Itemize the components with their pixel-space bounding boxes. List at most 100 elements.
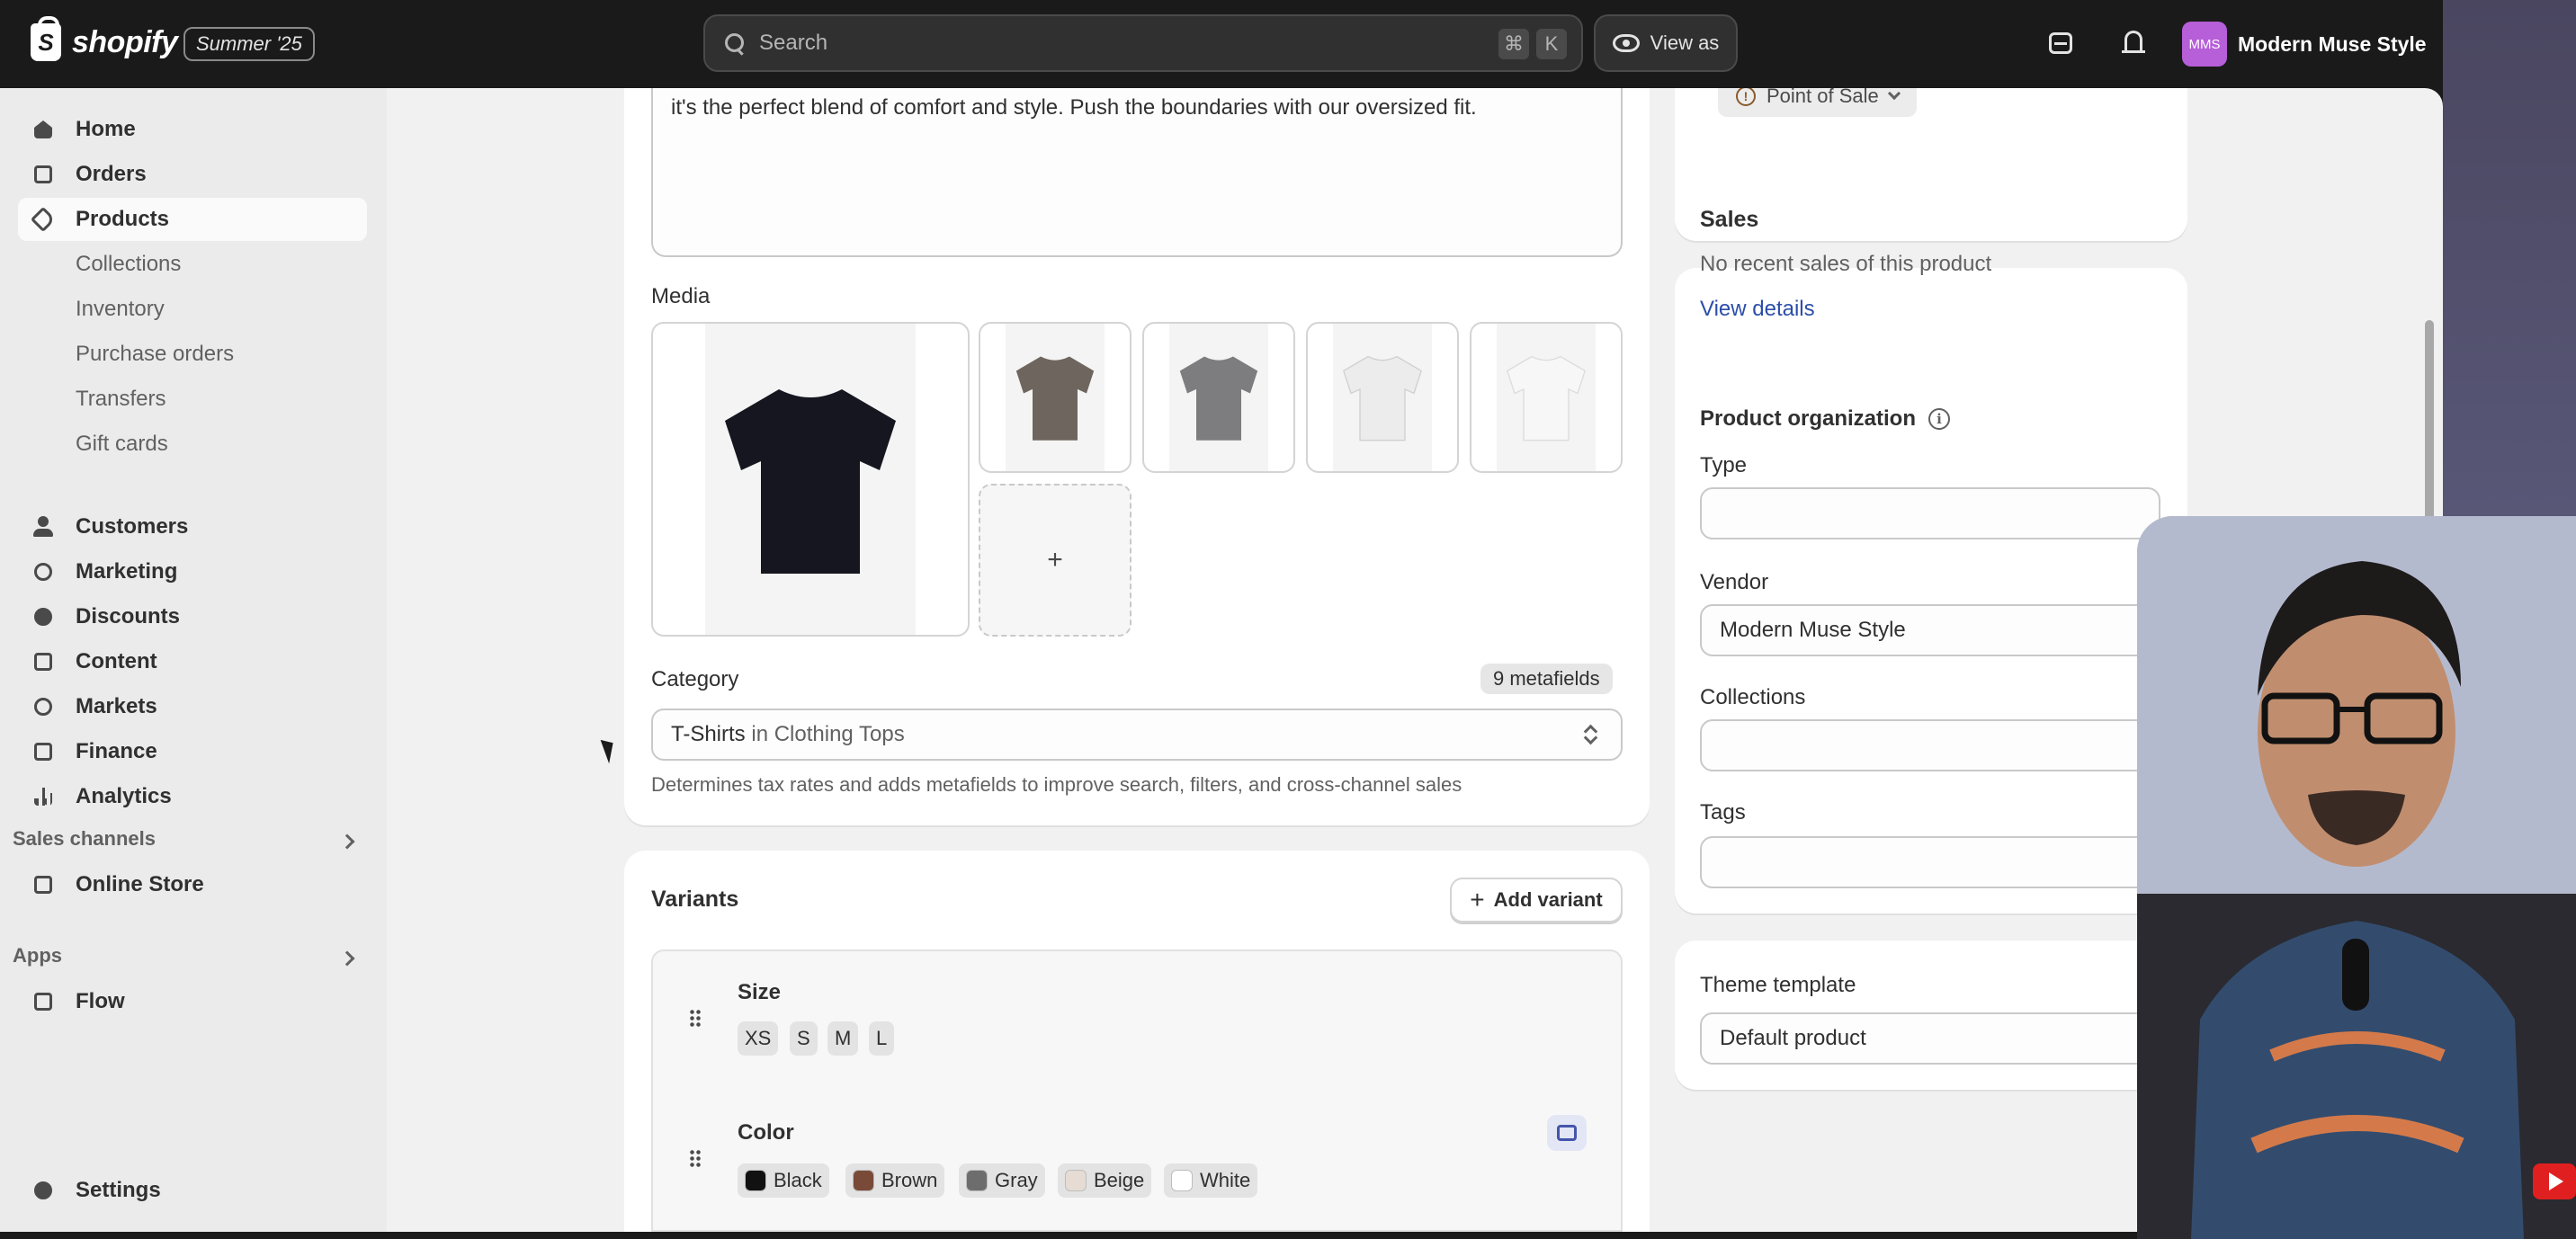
media-thumbnail[interactable] [979, 322, 1131, 473]
sales-channels-heading[interactable]: Sales channels [13, 827, 156, 851]
color-chip: Beige [1058, 1163, 1152, 1198]
color-swatch [853, 1170, 874, 1191]
tags-input[interactable] [1700, 836, 2160, 888]
command-key-hint: ⌘ [1498, 29, 1529, 59]
type-label: Type [1700, 453, 1748, 477]
sidebar-item-analytics[interactable]: Analytics [18, 775, 367, 818]
tags-label: Tags [1700, 800, 1746, 825]
variant-option-size[interactable]: Size XS S M L [651, 949, 1623, 1090]
option-value-chip: M [827, 1021, 859, 1056]
variant-option-color[interactable]: Color Black Brown Gray Beige White [651, 1088, 1623, 1232]
content-icon [32, 651, 54, 673]
brand-name: shopify [72, 24, 178, 59]
view-as-button[interactable]: View as [1594, 14, 1738, 72]
sidebar-item-settings[interactable]: Settings [18, 1169, 367, 1212]
flow-app-icon [32, 991, 54, 1012]
bank-icon [32, 741, 54, 762]
description-editor[interactable]: it's the perfect blend of comfort and st… [651, 88, 1623, 257]
shopify-bag-icon: S [31, 16, 61, 61]
color-swatch [1171, 1170, 1193, 1191]
color-chip: Gray [959, 1163, 1045, 1198]
sidebar-item-home[interactable]: Home [18, 108, 367, 151]
sidebar-item-label: Marketing [76, 559, 178, 584]
add-media-button[interactable]: + [979, 484, 1131, 637]
sidebar-item-transfers[interactable]: Transfers [18, 378, 367, 421]
storefront-icon[interactable] [2047, 29, 2076, 58]
drag-handle-icon[interactable] [689, 1009, 702, 1029]
category-value-strong: T-Shirts [671, 722, 746, 746]
apps-heading[interactable]: Apps [13, 944, 62, 967]
add-variant-button[interactable]: + Add variant [1450, 878, 1623, 923]
edition-badge[interactable]: Summer '25 [183, 27, 315, 61]
view-as-label: View as [1650, 31, 1720, 54]
category-label: Category [651, 667, 739, 691]
bell-icon[interactable] [2119, 29, 2148, 58]
variants-title: Variants [651, 887, 739, 912]
sidebar-item-gift-cards[interactable]: Gift cards [18, 423, 367, 466]
admin-frame: Home Orders Products Collections Invento… [0, 88, 2443, 1232]
media-thumbnail[interactable] [1142, 322, 1295, 473]
category-hint: Determines tax rates and adds metafields… [651, 773, 1462, 796]
search-placeholder: Search [759, 31, 828, 55]
sidebar-item-label: Markets [76, 694, 157, 718]
sidebar-item-collections[interactable]: Collections [18, 243, 367, 286]
sidebar-item-purchase-orders[interactable]: Purchase orders [18, 333, 367, 376]
sidebar-item-label: Online Store [76, 872, 204, 896]
info-icon[interactable]: i [1928, 408, 1950, 430]
option-name: Color [738, 1120, 794, 1145]
metafields-badge[interactable]: 9 metafields [1480, 664, 1613, 694]
color-chip: Black [738, 1163, 829, 1198]
shopify-logo[interactable]: S shopify [31, 16, 178, 61]
color-name: Gray [995, 1169, 1038, 1191]
color-swatch [745, 1170, 766, 1191]
sidebar-item-markets[interactable]: Markets [18, 685, 367, 728]
inbox-icon [32, 164, 54, 185]
media-thumbnail-main[interactable] [651, 322, 970, 637]
sidebar-item-marketing[interactable]: Marketing [18, 550, 367, 593]
type-input[interactable] [1700, 487, 2160, 539]
sidebar-item-label: Discounts [76, 604, 181, 628]
sidebar-item-discounts[interactable]: Discounts [18, 595, 367, 638]
sidebar-item-label: Flow [76, 989, 125, 1013]
discount-icon [32, 606, 54, 628]
category-select[interactable]: T-Shirts in Clothing Tops [651, 709, 1623, 761]
collections-label: Collections [1700, 685, 1806, 709]
sidebar-item-flow[interactable]: Flow [18, 980, 367, 1023]
collections-input[interactable] [1700, 719, 2160, 771]
pos-label: Point of Sale [1767, 88, 1879, 107]
sidebar-item-orders[interactable]: Orders [18, 153, 367, 196]
select-chevron-icon [1585, 725, 1596, 744]
media-thumbnail[interactable] [1306, 322, 1459, 473]
gray-tshirt-image [1179, 356, 1258, 441]
media-thumbnail[interactable] [1470, 322, 1623, 473]
sidebar-item-inventory[interactable]: Inventory [18, 288, 367, 331]
point-of-sale-badge[interactable]: ! Point of Sale [1718, 88, 1917, 117]
account-menu[interactable]: MMS Modern Muse Style [2182, 22, 2427, 67]
store-icon [32, 874, 54, 896]
sidebar-item-finance[interactable]: Finance [18, 730, 367, 773]
sidebar-item-customers[interactable]: Customers [18, 505, 367, 548]
theme-template-select[interactable]: Default product [1700, 1012, 2160, 1065]
color-name: Black [774, 1169, 822, 1191]
category-value-rest: in Clothing Tops [745, 722, 905, 746]
view-details-link[interactable]: View details [1700, 297, 1815, 322]
product-organization-title: Product organization [1700, 406, 1916, 431]
add-variant-label: Add variant [1493, 888, 1603, 911]
target-icon [32, 561, 54, 583]
sidebar-item-content[interactable]: Content [18, 640, 367, 683]
metafield-icon[interactable] [1547, 1115, 1587, 1151]
vendor-input[interactable]: Modern Muse Style [1700, 604, 2160, 656]
sidebar-item-label: Customers [76, 514, 189, 539]
chevron-right-icon[interactable] [339, 833, 355, 850]
search-bar[interactable]: Search ⌘ K [703, 14, 1583, 72]
sidebar-item-label: Home [76, 117, 136, 141]
color-name: Beige [1094, 1169, 1145, 1191]
chevron-right-icon[interactable] [339, 950, 355, 967]
color-name: Brown [881, 1169, 938, 1191]
sales-title: Sales [1700, 207, 1759, 232]
home-icon [32, 119, 54, 140]
drag-handle-icon[interactable] [689, 1149, 702, 1169]
sidebar-item-products[interactable]: Products [18, 198, 367, 241]
sidebar-item-online-store[interactable]: Online Store [18, 863, 367, 906]
option-value-chip: XS [738, 1021, 779, 1056]
